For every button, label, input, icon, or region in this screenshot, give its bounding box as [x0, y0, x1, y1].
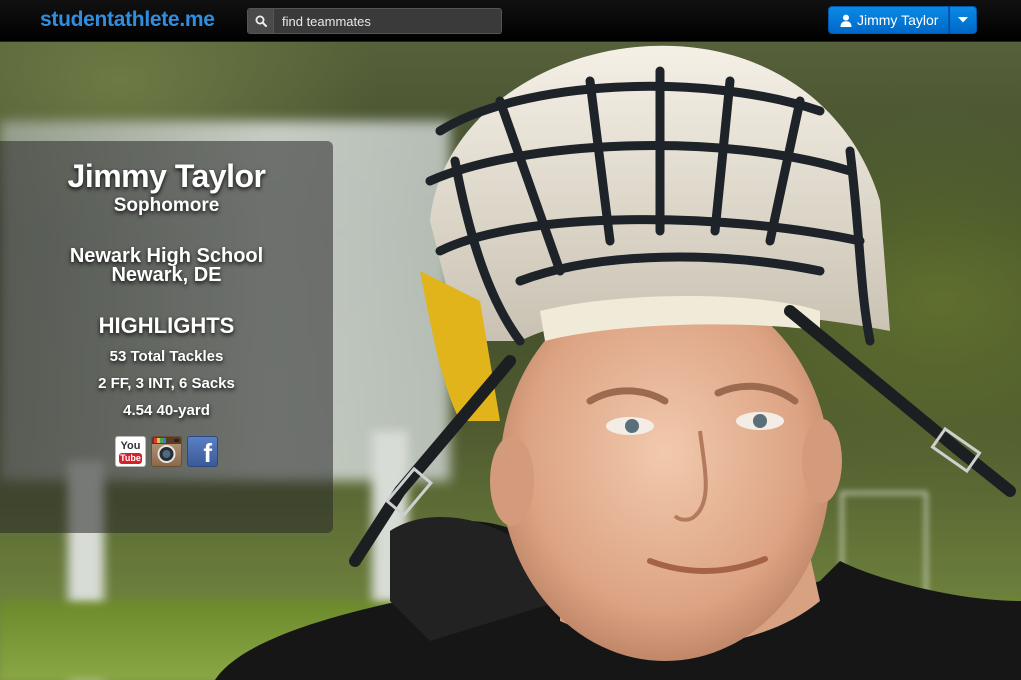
user-name-label: Jimmy Taylor	[857, 12, 939, 28]
social-links: You Tube f	[0, 436, 333, 467]
athlete-name: Jimmy Taylor	[67, 158, 266, 194]
athlete-location: Newark, DE	[111, 264, 222, 286]
facebook-icon-glyph: f	[203, 438, 212, 467]
search-icon	[255, 15, 267, 27]
instagram-icon[interactable]	[151, 436, 182, 467]
caret-down-icon	[958, 17, 969, 23]
search-bar	[247, 8, 502, 34]
highlight-item: 53 Total Tackles	[109, 348, 224, 365]
highlight-item: 4.54 40-yard	[123, 402, 210, 419]
brand-logo-link[interactable]: studentathlete.me	[40, 8, 215, 32]
user-menu-dropdown-toggle[interactable]	[949, 6, 978, 34]
search-button[interactable]	[248, 9, 274, 33]
top-navbar: studentathlete.me Jimmy Taylor	[0, 0, 1021, 42]
highlights-list: 53 Total Tackles 2 FF, 3 INT, 6 Sacks 4.…	[0, 343, 333, 424]
instagram-camera-glyph	[152, 437, 181, 463]
user-menu: Jimmy Taylor	[828, 6, 978, 34]
athlete-grade: Sophomore	[113, 195, 220, 216]
youtube-icon[interactable]: You Tube	[115, 436, 146, 467]
user-profile-button[interactable]: Jimmy Taylor	[828, 6, 950, 34]
highlights-heading: HIGHLIGHTS	[98, 313, 235, 338]
facebook-icon[interactable]: f	[187, 436, 218, 467]
search-input[interactable]	[274, 10, 501, 32]
athlete-profile-card: Jimmy Taylor Sophomore Newark High Schoo…	[0, 141, 333, 533]
user-icon	[840, 14, 852, 27]
youtube-icon-badge: Tube	[119, 453, 142, 464]
youtube-icon-label: You	[120, 440, 141, 452]
highlight-item: 2 FF, 3 INT, 6 Sacks	[98, 375, 235, 392]
